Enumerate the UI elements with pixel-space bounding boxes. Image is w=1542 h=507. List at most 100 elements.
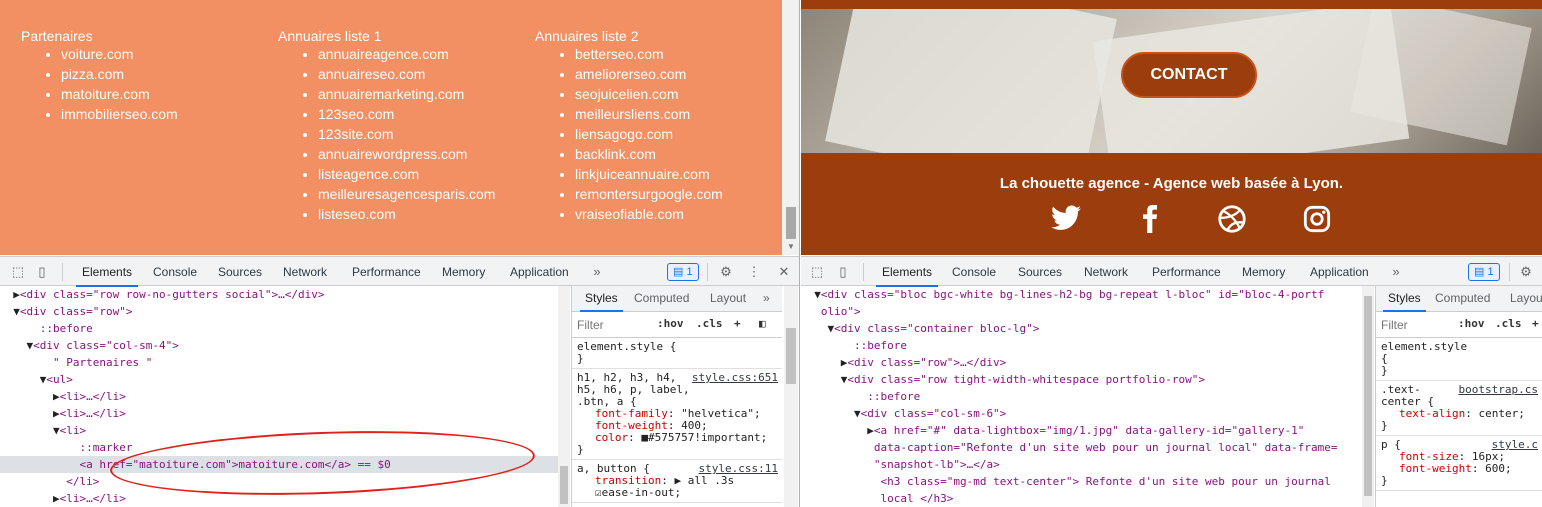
footer-link[interactable]: betterseo.com xyxy=(575,44,723,64)
hov-toggle[interactable]: :hov xyxy=(657,317,684,330)
rule-source-link[interactable]: style.css:11 xyxy=(699,463,778,475)
elements-tree[interactable]: ▼<div class="bloc bgc-white bg-lines-h2-… xyxy=(801,286,1361,507)
tab-sources[interactable]: Sources xyxy=(218,265,262,279)
footer-link[interactable]: listeseo.com xyxy=(318,204,495,224)
dom-node-row[interactable]: "snapshot-lb">…</a> xyxy=(801,456,1361,473)
tab-sources[interactable]: Sources xyxy=(1018,265,1062,279)
twitter-icon[interactable] xyxy=(1051,205,1081,235)
dom-node-row[interactable]: ::before xyxy=(801,337,1361,354)
gear-icon[interactable]: ⚙ xyxy=(718,264,734,280)
contact-button[interactable]: CONTACT xyxy=(1121,52,1257,98)
dom-node-row[interactable]: ▼<div class="row"> xyxy=(0,303,558,320)
new-rule-icon[interactable]: + xyxy=(1532,317,1539,330)
rule-source-link[interactable]: style.css:651 xyxy=(692,372,778,384)
tab-layout[interactable]: Layout xyxy=(710,291,746,305)
issues-badge[interactable]: ▤ 1 xyxy=(667,263,699,281)
footer-link[interactable]: listeagence.com xyxy=(318,164,495,184)
footer-link[interactable]: liensagogo.com xyxy=(575,124,723,144)
footer-link[interactable]: matoiture.com xyxy=(61,84,178,104)
footer-link[interactable]: 123seo.com xyxy=(318,104,495,124)
tab-console[interactable]: Console xyxy=(952,265,996,279)
instagram-icon[interactable] xyxy=(1302,205,1332,235)
tab-application[interactable]: Application xyxy=(510,265,569,279)
device-toolbar-icon[interactable]: ▯ xyxy=(835,264,851,280)
filter-input[interactable]: Filter xyxy=(577,317,643,333)
inspect-element-icon[interactable]: ⬚ xyxy=(10,264,26,280)
dom-node-row[interactable]: olio"> xyxy=(801,303,1361,320)
new-rule-icon[interactable]: + xyxy=(734,317,741,330)
footer-link[interactable]: annuairewordpress.com xyxy=(318,144,495,164)
tab-layout[interactable]: Layou xyxy=(1510,291,1542,305)
tab-elements[interactable]: Elements xyxy=(875,265,939,287)
styles-scrollbar[interactable] xyxy=(784,286,798,507)
footer-link[interactable]: pizza.com xyxy=(61,64,178,84)
tab-performance[interactable]: Performance xyxy=(1152,265,1221,279)
footer-link[interactable]: annuairemarketing.com xyxy=(318,84,495,104)
tab-styles[interactable]: Styles xyxy=(1383,291,1426,312)
dom-node-row[interactable]: ▶<li>…</li> xyxy=(0,388,558,405)
page-scrollbar[interactable]: ▼ xyxy=(782,0,799,255)
css-rule[interactable]: element.style {} xyxy=(1376,338,1542,381)
tab-console[interactable]: Console xyxy=(153,265,197,279)
footer-link[interactable]: seojuicelien.com xyxy=(575,84,723,104)
footer-link[interactable]: voiture.com xyxy=(61,44,178,64)
tab-network[interactable]: Network xyxy=(283,265,327,279)
cls-toggle[interactable]: .cls xyxy=(1495,317,1522,330)
tab-memory[interactable]: Memory xyxy=(442,265,485,279)
tab-performance[interactable]: Performance xyxy=(352,265,421,279)
filter-input[interactable]: Filter xyxy=(1381,317,1447,333)
dom-node-row[interactable]: ▶<div class="row row-no-gutters social">… xyxy=(0,286,558,303)
sidebar-toggle-icon[interactable]: ◧ xyxy=(759,317,766,330)
tab-network[interactable]: Network xyxy=(1084,265,1128,279)
footer-link[interactable]: meilleursliens.com xyxy=(575,104,723,124)
cls-toggle[interactable]: .cls xyxy=(696,317,723,330)
more-tabs-icon[interactable]: » xyxy=(763,291,770,305)
dom-node-row[interactable]: ▼<div class="container bloc-lg"> xyxy=(801,320,1361,337)
footer-link[interactable]: backlink.com xyxy=(575,144,723,164)
issues-badge[interactable]: ▤ 1 xyxy=(1468,263,1500,281)
elements-scrollbar[interactable] xyxy=(558,286,570,507)
dom-node-row[interactable]: ▼<div class="col-sm-6"> xyxy=(801,405,1361,422)
facebook-icon[interactable] xyxy=(1135,205,1165,235)
footer-link[interactable]: immobilierseo.com xyxy=(61,104,178,124)
dribbble-icon[interactable] xyxy=(1217,205,1247,235)
more-tabs-icon[interactable]: » xyxy=(1388,264,1404,280)
footer-link[interactable]: vraiseofiable.com xyxy=(575,204,723,224)
dom-node-row[interactable]: ▼<div class="row tight-width-whitespace … xyxy=(801,371,1361,388)
dom-node-row[interactable]: ▼<div class="col-sm-4"> xyxy=(0,337,558,354)
dom-node-row[interactable]: ▼<div class="bloc bgc-white bg-lines-h2-… xyxy=(801,286,1361,303)
dom-node-row[interactable]: local </h3> xyxy=(801,490,1361,507)
more-tabs-icon[interactable]: » xyxy=(589,264,605,280)
rule-source-link[interactable]: bootstrap.cs xyxy=(1459,384,1538,396)
dom-node-row[interactable]: " Partenaires " xyxy=(0,354,558,371)
footer-link[interactable]: annuaireagence.com xyxy=(318,44,495,64)
dom-node-row[interactable]: data-caption="Refonte d'un site web pour… xyxy=(801,439,1361,456)
css-rule[interactable]: a, button {style.css:11 transition: ▶ all… xyxy=(572,460,782,503)
footer-link[interactable]: annuaireseo.com xyxy=(318,64,495,84)
dom-node-row[interactable]: ▶<div class="row">…</div> xyxy=(801,354,1361,371)
gear-icon[interactable]: ⚙ xyxy=(1518,264,1534,280)
tab-computed[interactable]: Computed xyxy=(1435,291,1490,305)
dom-node-row[interactable]: <h3 class="mg-md text-center"> Refonte d… xyxy=(801,473,1361,490)
css-rule[interactable]: .text-center {bootstrap.cs text-align: ce… xyxy=(1376,381,1542,436)
dom-node-row[interactable]: ▶<li>…</li> xyxy=(0,405,558,422)
css-rule[interactable]: h1, h2, h3, h4, h5, h6, p, label, .btn, … xyxy=(572,369,782,460)
close-icon[interactable]: ✕ xyxy=(776,264,792,280)
dom-node-row[interactable]: ::before xyxy=(0,320,558,337)
footer-link[interactable]: meilleuresagencesparis.com xyxy=(318,184,495,204)
dom-node-row[interactable]: ▼<ul> xyxy=(0,371,558,388)
tab-elements[interactable]: Elements xyxy=(75,265,139,287)
inspect-element-icon[interactable]: ⬚ xyxy=(809,264,825,280)
kebab-menu-icon[interactable]: ⋮ xyxy=(746,264,762,280)
tab-styles[interactable]: Styles xyxy=(580,291,623,312)
footer-link[interactable]: remontersurgoogle.com xyxy=(575,184,723,204)
footer-link[interactable]: linkjuiceannuaire.com xyxy=(575,164,723,184)
rule-source-link[interactable]: style.c xyxy=(1492,439,1538,451)
tab-memory[interactable]: Memory xyxy=(1242,265,1285,279)
footer-link[interactable]: 123site.com xyxy=(318,124,495,144)
footer-link[interactable]: ameliorerseo.com xyxy=(575,64,723,84)
dom-node-row[interactable]: ::before xyxy=(801,388,1361,405)
css-rule[interactable]: element.style {} xyxy=(572,338,782,369)
dom-node-row[interactable]: ▶<a href="#" data-lightbox="img/1.jpg" d… xyxy=(801,422,1361,439)
elements-scrollbar[interactable] xyxy=(1362,286,1374,507)
